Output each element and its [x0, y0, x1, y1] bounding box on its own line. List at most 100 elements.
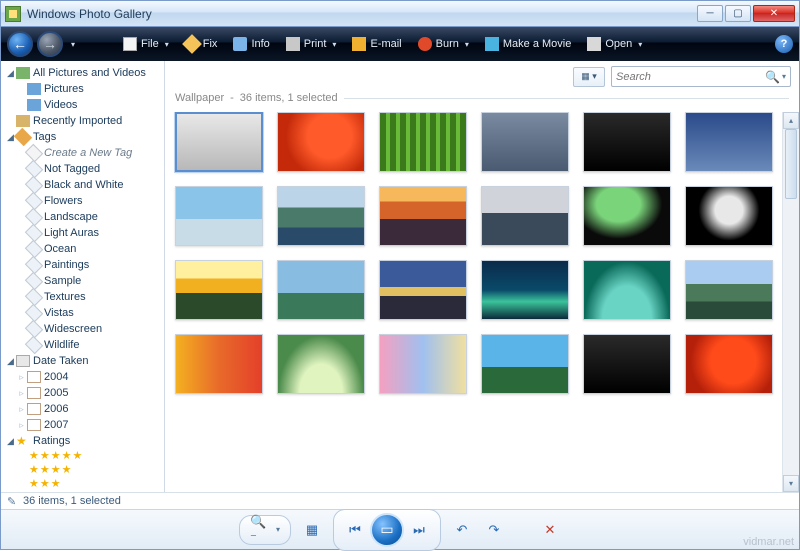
- thumbnail[interactable]: [481, 334, 569, 394]
- gallery-icon: [16, 67, 30, 79]
- tree-videos[interactable]: Videos: [3, 97, 164, 113]
- thumbnail[interactable]: [583, 260, 671, 320]
- thumbnail[interactable]: [175, 260, 263, 320]
- thumbnail[interactable]: [379, 334, 467, 394]
- tree-tag-vistas[interactable]: Vistas: [3, 305, 164, 321]
- thumbnail[interactable]: [685, 186, 773, 246]
- thumbnail[interactable]: [379, 186, 467, 246]
- thumbnail[interactable]: [277, 260, 365, 320]
- tree-rating-3[interactable]: ★★★: [3, 477, 164, 491]
- tag-new-icon: [25, 144, 43, 162]
- tree-tag-not-tagged[interactable]: Not Tagged: [3, 161, 164, 177]
- tag-icon: [25, 288, 43, 306]
- tree-year-2004[interactable]: ▹2004: [3, 369, 164, 385]
- menu-info[interactable]: Info: [227, 34, 275, 54]
- thumbnail[interactable]: [175, 334, 263, 394]
- thumbnail[interactable]: [175, 112, 263, 172]
- vertical-scrollbar[interactable]: ▴ ▾: [782, 112, 799, 492]
- tree-tag-wildlife[interactable]: Wildlife: [3, 337, 164, 353]
- tree-tag-widescreen[interactable]: Widescreen: [3, 321, 164, 337]
- thumbnail[interactable]: [277, 186, 365, 246]
- breadcrumb-folder: Wallpaper: [175, 92, 224, 104]
- tree-tag-ocean[interactable]: Ocean: [3, 241, 164, 257]
- star-icon: ★: [51, 477, 61, 491]
- tree-year-2005[interactable]: ▹2005: [3, 385, 164, 401]
- star-icon: ★: [73, 449, 83, 463]
- tree-tag-black-and-white[interactable]: Black and White: [3, 177, 164, 193]
- thumbnail[interactable]: [685, 260, 773, 320]
- tree-rating-4[interactable]: ★★★★: [3, 463, 164, 477]
- menu-email[interactable]: E-mail: [346, 34, 407, 54]
- thumbnail[interactable]: [583, 334, 671, 394]
- tree-tag-sample[interactable]: Sample: [3, 273, 164, 289]
- tree-all-pictures-videos[interactable]: ◢All Pictures and Videos: [3, 65, 164, 81]
- star-icon: ★: [40, 449, 50, 463]
- slideshow-button[interactable]: ▭: [370, 513, 404, 547]
- thumbnail[interactable]: [379, 112, 467, 172]
- rotate-right-button[interactable]: ↷: [483, 519, 505, 541]
- close-button[interactable]: ✕: [753, 5, 795, 22]
- next-button[interactable]: ⏭: [408, 519, 430, 541]
- scroll-down-button[interactable]: ▾: [783, 475, 799, 492]
- menu-email-label: E-mail: [370, 38, 401, 50]
- thumbnail[interactable]: [583, 112, 671, 172]
- thumbnail[interactable]: [685, 112, 773, 172]
- watermark: vidmar.net: [743, 536, 794, 548]
- thumbnail-gallery: [165, 112, 782, 492]
- tag-icon: [25, 208, 43, 226]
- thumbnail[interactable]: [583, 186, 671, 246]
- thumbnails-view-button[interactable]: ▦: [301, 519, 323, 541]
- menu-fix[interactable]: Fix: [179, 34, 224, 54]
- tree-tag-light-auras[interactable]: Light Auras: [3, 225, 164, 241]
- tree-date-taken[interactable]: ◢Date Taken: [3, 353, 164, 369]
- thumbnail[interactable]: [481, 260, 569, 320]
- tree-tag-landscape[interactable]: Landscape: [3, 209, 164, 225]
- menu-open[interactable]: Open▾: [581, 34, 648, 54]
- nav-forward-button[interactable]: →: [37, 31, 63, 57]
- tree-ratings[interactable]: ◢★Ratings: [3, 433, 164, 449]
- tree-year-2006[interactable]: ▹2006: [3, 401, 164, 417]
- view-options-button[interactable]: ▦ ▾: [573, 67, 605, 87]
- tree-tag-paintings[interactable]: Paintings: [3, 257, 164, 273]
- thumbnail[interactable]: [379, 260, 467, 320]
- tree-pictures[interactable]: Pictures: [3, 81, 164, 97]
- tree-tag-flowers[interactable]: Flowers: [3, 193, 164, 209]
- menu-burn[interactable]: Burn▾: [412, 34, 475, 54]
- breadcrumb-summary: 36 items, 1 selected: [240, 92, 338, 104]
- tree-tag-textures[interactable]: Textures: [3, 289, 164, 305]
- search-input[interactable]: [616, 71, 765, 83]
- menu-print-label: Print: [304, 38, 327, 50]
- search-box[interactable]: 🔍▾: [611, 66, 791, 87]
- thumbnail[interactable]: [175, 186, 263, 246]
- nav-back-button[interactable]: ←: [7, 31, 33, 57]
- delete-button[interactable]: ✕: [539, 519, 561, 541]
- search-icon[interactable]: 🔍: [765, 70, 780, 84]
- maximize-button[interactable]: ▢: [725, 5, 751, 22]
- previous-button[interactable]: ⏮: [344, 519, 366, 541]
- nav-history-dropdown[interactable]: ▾: [67, 40, 79, 49]
- tree-recently-imported[interactable]: Recently Imported: [3, 113, 164, 129]
- thumbnail[interactable]: [481, 186, 569, 246]
- help-button[interactable]: ?: [775, 35, 793, 53]
- thumbnail[interactable]: [277, 112, 365, 172]
- tree-create-new-tag[interactable]: Create a New Tag: [3, 145, 164, 161]
- tree-rating-5[interactable]: ★★★★★: [3, 449, 164, 463]
- rotate-left-button[interactable]: ↶: [451, 519, 473, 541]
- menu-make-movie[interactable]: Make a Movie: [479, 34, 577, 54]
- minimize-button[interactable]: ─: [697, 5, 723, 22]
- tree-year-2007[interactable]: ▹2007: [3, 417, 164, 433]
- tree-tags[interactable]: ◢Tags: [3, 129, 164, 145]
- tag-icon: [25, 160, 43, 178]
- menu-burn-label: Burn: [436, 38, 459, 50]
- tag-icon: [25, 304, 43, 322]
- thumbnail[interactable]: [277, 334, 365, 394]
- menu-file[interactable]: File▾: [117, 34, 175, 54]
- thumbnail[interactable]: [685, 334, 773, 394]
- menu-fix-label: Fix: [203, 38, 218, 50]
- scroll-up-button[interactable]: ▴: [783, 112, 799, 129]
- menu-print[interactable]: Print▾: [280, 34, 343, 54]
- zoom-button[interactable]: 🔍⁻: [250, 519, 272, 541]
- thumbnail[interactable]: [481, 112, 569, 172]
- scroll-thumb[interactable]: [785, 129, 797, 199]
- menu-movie-label: Make a Movie: [503, 38, 571, 50]
